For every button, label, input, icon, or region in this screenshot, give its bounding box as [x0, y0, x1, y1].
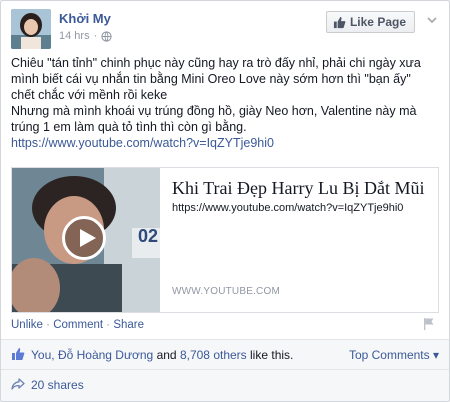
likes-suffix: like this. [250, 348, 294, 362]
comment-link[interactable]: Comment [53, 319, 103, 331]
globe-icon [101, 30, 112, 42]
thumbs-up-icon [333, 16, 346, 28]
thumbs-up-icon [12, 348, 25, 360]
like-page-button[interactable]: Like Page [325, 11, 415, 33]
likes-text: You, Đỗ Hoàng Dương and 8,708 others lik… [31, 348, 293, 362]
post-link[interactable]: https://www.youtube.com/watch?v=IqZYTje9… [11, 135, 441, 151]
page-name-link[interactable]: Khởi My [59, 11, 111, 26]
page-avatar[interactable] [11, 9, 51, 49]
post-actions: Unlike · Comment · Share [11, 319, 144, 331]
likes-and: and [156, 348, 177, 362]
likes-friend[interactable]: Đỗ Hoàng Dương [58, 348, 153, 362]
video-thumbnail[interactable]: 02 [12, 168, 160, 312]
like-page-label: Like Page [349, 15, 406, 29]
action-separator: · [106, 319, 111, 331]
post-card: Khởi My 14 hrs · Like Page Chiêu "tán tỉ… [0, 0, 450, 402]
share-link[interactable]: Share [113, 319, 144, 331]
video-title[interactable]: Khi Trai Đẹp Harry Lu Bị Dắt Mũi [172, 178, 424, 199]
post-meta: 14 hrs · [59, 30, 112, 42]
post-text: Chiêu "tán tỉnh" chinh phục này cũng hay… [11, 55, 441, 151]
meta-separator: · [93, 30, 98, 42]
shares-count[interactable]: 20 shares [31, 378, 84, 392]
thumbnail-overlay-text: 02 [138, 226, 159, 246]
play-icon[interactable] [62, 216, 106, 260]
post-time[interactable]: 14 hrs [59, 30, 90, 42]
likes-you[interactable]: You, [31, 348, 55, 362]
likes-others[interactable]: 8,708 others [180, 348, 247, 362]
top-comments-dropdown[interactable]: Top Comments ▾ [349, 348, 439, 362]
shares-summary: 20 shares [1, 369, 449, 401]
post-text-line: trúng 1 em làm quà tỏ tình thì còn gì bằ… [11, 120, 247, 134]
share-arrow-icon [11, 378, 25, 390]
flag-icon[interactable] [423, 317, 435, 331]
video-source: WWW.YOUTUBE.COM [172, 286, 280, 297]
chevron-down-icon[interactable] [425, 13, 439, 27]
video-url[interactable]: https://www.youtube.com/watch?v=IqZYTje9… [172, 202, 403, 214]
post-text-line: Nhưng mà mình khoái vụ trúng đồng hồ, gi… [11, 104, 417, 118]
video-share-card[interactable]: 02 Khi Trai Đẹp Harry Lu Bị Dắt Mũi http… [11, 167, 439, 313]
likes-summary: You, Đỗ Hoàng Dương and 8,708 others lik… [1, 339, 449, 369]
post-text-line: chết chắc với mềnh rồi keke [11, 88, 168, 102]
action-separator: · [46, 319, 51, 331]
post-text-line: mình biết cái vụ nhắn tin bằng Mini Oreo… [11, 72, 411, 86]
post-header: Khởi My 14 hrs · Like Page [11, 7, 439, 49]
unlike-link[interactable]: Unlike [11, 319, 43, 331]
post-text-line: Chiêu "tán tỉnh" chinh phục này cũng hay… [11, 56, 421, 70]
